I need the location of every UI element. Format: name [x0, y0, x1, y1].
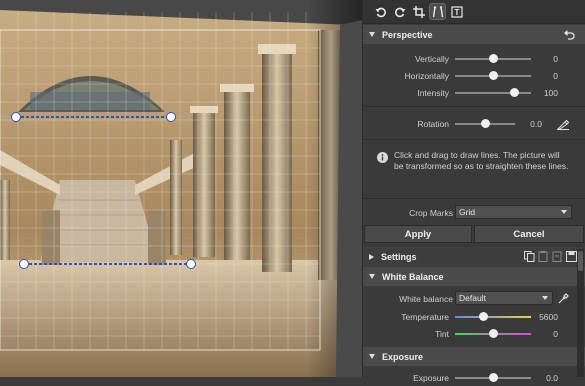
intensity-row: Intensity 100 [363, 84, 585, 101]
rotation-value[interactable]: 0.0 [530, 119, 542, 129]
intensity-label: Intensity [417, 87, 449, 98]
crop-marks-label: Crop Marks [409, 207, 453, 218]
chevron-down-icon [369, 354, 375, 359]
rotation-label: Rotation [417, 118, 449, 129]
paste-all-icon[interactable] [552, 251, 563, 262]
svg-text:T: T [454, 8, 459, 17]
line-handle[interactable] [166, 112, 176, 122]
tint-row: Tint 0 [363, 325, 585, 342]
cancel-button[interactable]: Cancel [474, 225, 584, 243]
image-canvas[interactable] [0, 0, 362, 377]
crop-marks-value: Grid [459, 207, 476, 217]
chevron-right-icon [369, 253, 374, 260]
crop-marks-select[interactable]: Grid [455, 205, 572, 219]
rotation-row: Rotation 0.0 [363, 115, 585, 132]
vertically-label: Vertically [414, 53, 449, 64]
crop-icon[interactable] [411, 4, 426, 19]
exposure-row: Exposure 0.0 [363, 369, 585, 386]
straighten-icon[interactable] [557, 118, 569, 130]
white-balance-select[interactable]: Default [455, 291, 553, 305]
settings-header[interactable]: Settings [363, 247, 585, 266]
slider-thumb[interactable] [488, 70, 498, 80]
photo-preview[interactable] [0, 0, 362, 377]
wb-label: White balance [399, 293, 453, 304]
exposure-value[interactable]: 0.0 [546, 373, 558, 383]
slider-thumb[interactable] [479, 311, 489, 321]
vertically-value[interactable]: 0 [553, 54, 558, 64]
info-box: Click and drag to draw lines. The pictur… [363, 145, 585, 187]
rotation-slider[interactable] [455, 118, 515, 128]
paste-settings-icon[interactable] [538, 251, 549, 262]
panel-scrollbar[interactable] [577, 249, 584, 377]
horizontally-value[interactable]: 0 [553, 71, 558, 81]
temperature-label: Temperature [401, 311, 449, 322]
rotate-right-icon[interactable] [392, 4, 407, 19]
section-title: Perspective [382, 29, 433, 40]
vertically-slider[interactable] [455, 53, 531, 63]
undo-icon[interactable] [564, 29, 575, 40]
line-handle[interactable] [11, 112, 21, 122]
chevron-down-icon [542, 296, 548, 300]
crop-marks-row: Crop Marks Grid [363, 203, 585, 222]
perspective-header[interactable]: Perspective [363, 25, 585, 44]
chevron-down-icon [369, 32, 375, 37]
info-icon [377, 152, 388, 163]
exposure-header[interactable]: Exposure [363, 347, 585, 366]
vertically-row: Vertically 0 [363, 50, 585, 67]
section-title: Exposure [382, 351, 424, 362]
temperature-value[interactable]: 5600 [539, 312, 558, 322]
tint-value[interactable]: 0 [553, 329, 558, 339]
wb-value: Default [459, 293, 486, 303]
intensity-slider[interactable] [455, 87, 531, 97]
exposure-label: Exposure [413, 372, 449, 383]
horizontally-row: Horizontally 0 [363, 67, 585, 84]
intensity-value[interactable]: 100 [544, 88, 558, 98]
scrollbar-thumb[interactable] [578, 251, 583, 271]
chevron-down-icon [561, 210, 567, 214]
copy-settings-icon[interactable] [524, 251, 535, 262]
perspective-icon[interactable] [429, 3, 446, 20]
apply-button[interactable]: Apply [364, 225, 472, 243]
tint-label: Tint [435, 328, 449, 339]
wb-preset-row: White balance Default [363, 289, 585, 308]
horizontally-slider[interactable] [455, 70, 531, 80]
eyedropper-icon[interactable] [558, 293, 569, 304]
section-title: Settings [381, 251, 417, 262]
white-balance-header[interactable]: White Balance [363, 267, 585, 286]
temperature-slider[interactable] [455, 311, 531, 321]
tint-slider[interactable] [455, 328, 531, 338]
info-text: Click and drag to draw lines. The pictur… [394, 150, 569, 171]
line-handle[interactable] [186, 259, 196, 269]
rotate-left-icon[interactable] [373, 4, 388, 19]
slider-thumb[interactable] [488, 328, 498, 338]
chevron-down-icon [369, 274, 375, 279]
horizontally-label: Horizontally [404, 70, 449, 81]
line-handle[interactable] [19, 259, 29, 269]
section-title: White Balance [382, 271, 444, 282]
slider-thumb[interactable] [480, 118, 490, 128]
temperature-row: Temperature 5600 [363, 308, 585, 325]
tool-strip: T [363, 0, 585, 24]
right-panel: T Perspective Vertically 0 Horizontally … [362, 0, 585, 383]
save-preset-icon[interactable] [566, 251, 577, 262]
text-icon[interactable]: T [449, 4, 464, 19]
action-row: Apply Cancel [363, 223, 585, 245]
slider-thumb[interactable] [509, 87, 519, 97]
slider-thumb[interactable] [488, 372, 498, 382]
slider-thumb[interactable] [488, 53, 498, 63]
